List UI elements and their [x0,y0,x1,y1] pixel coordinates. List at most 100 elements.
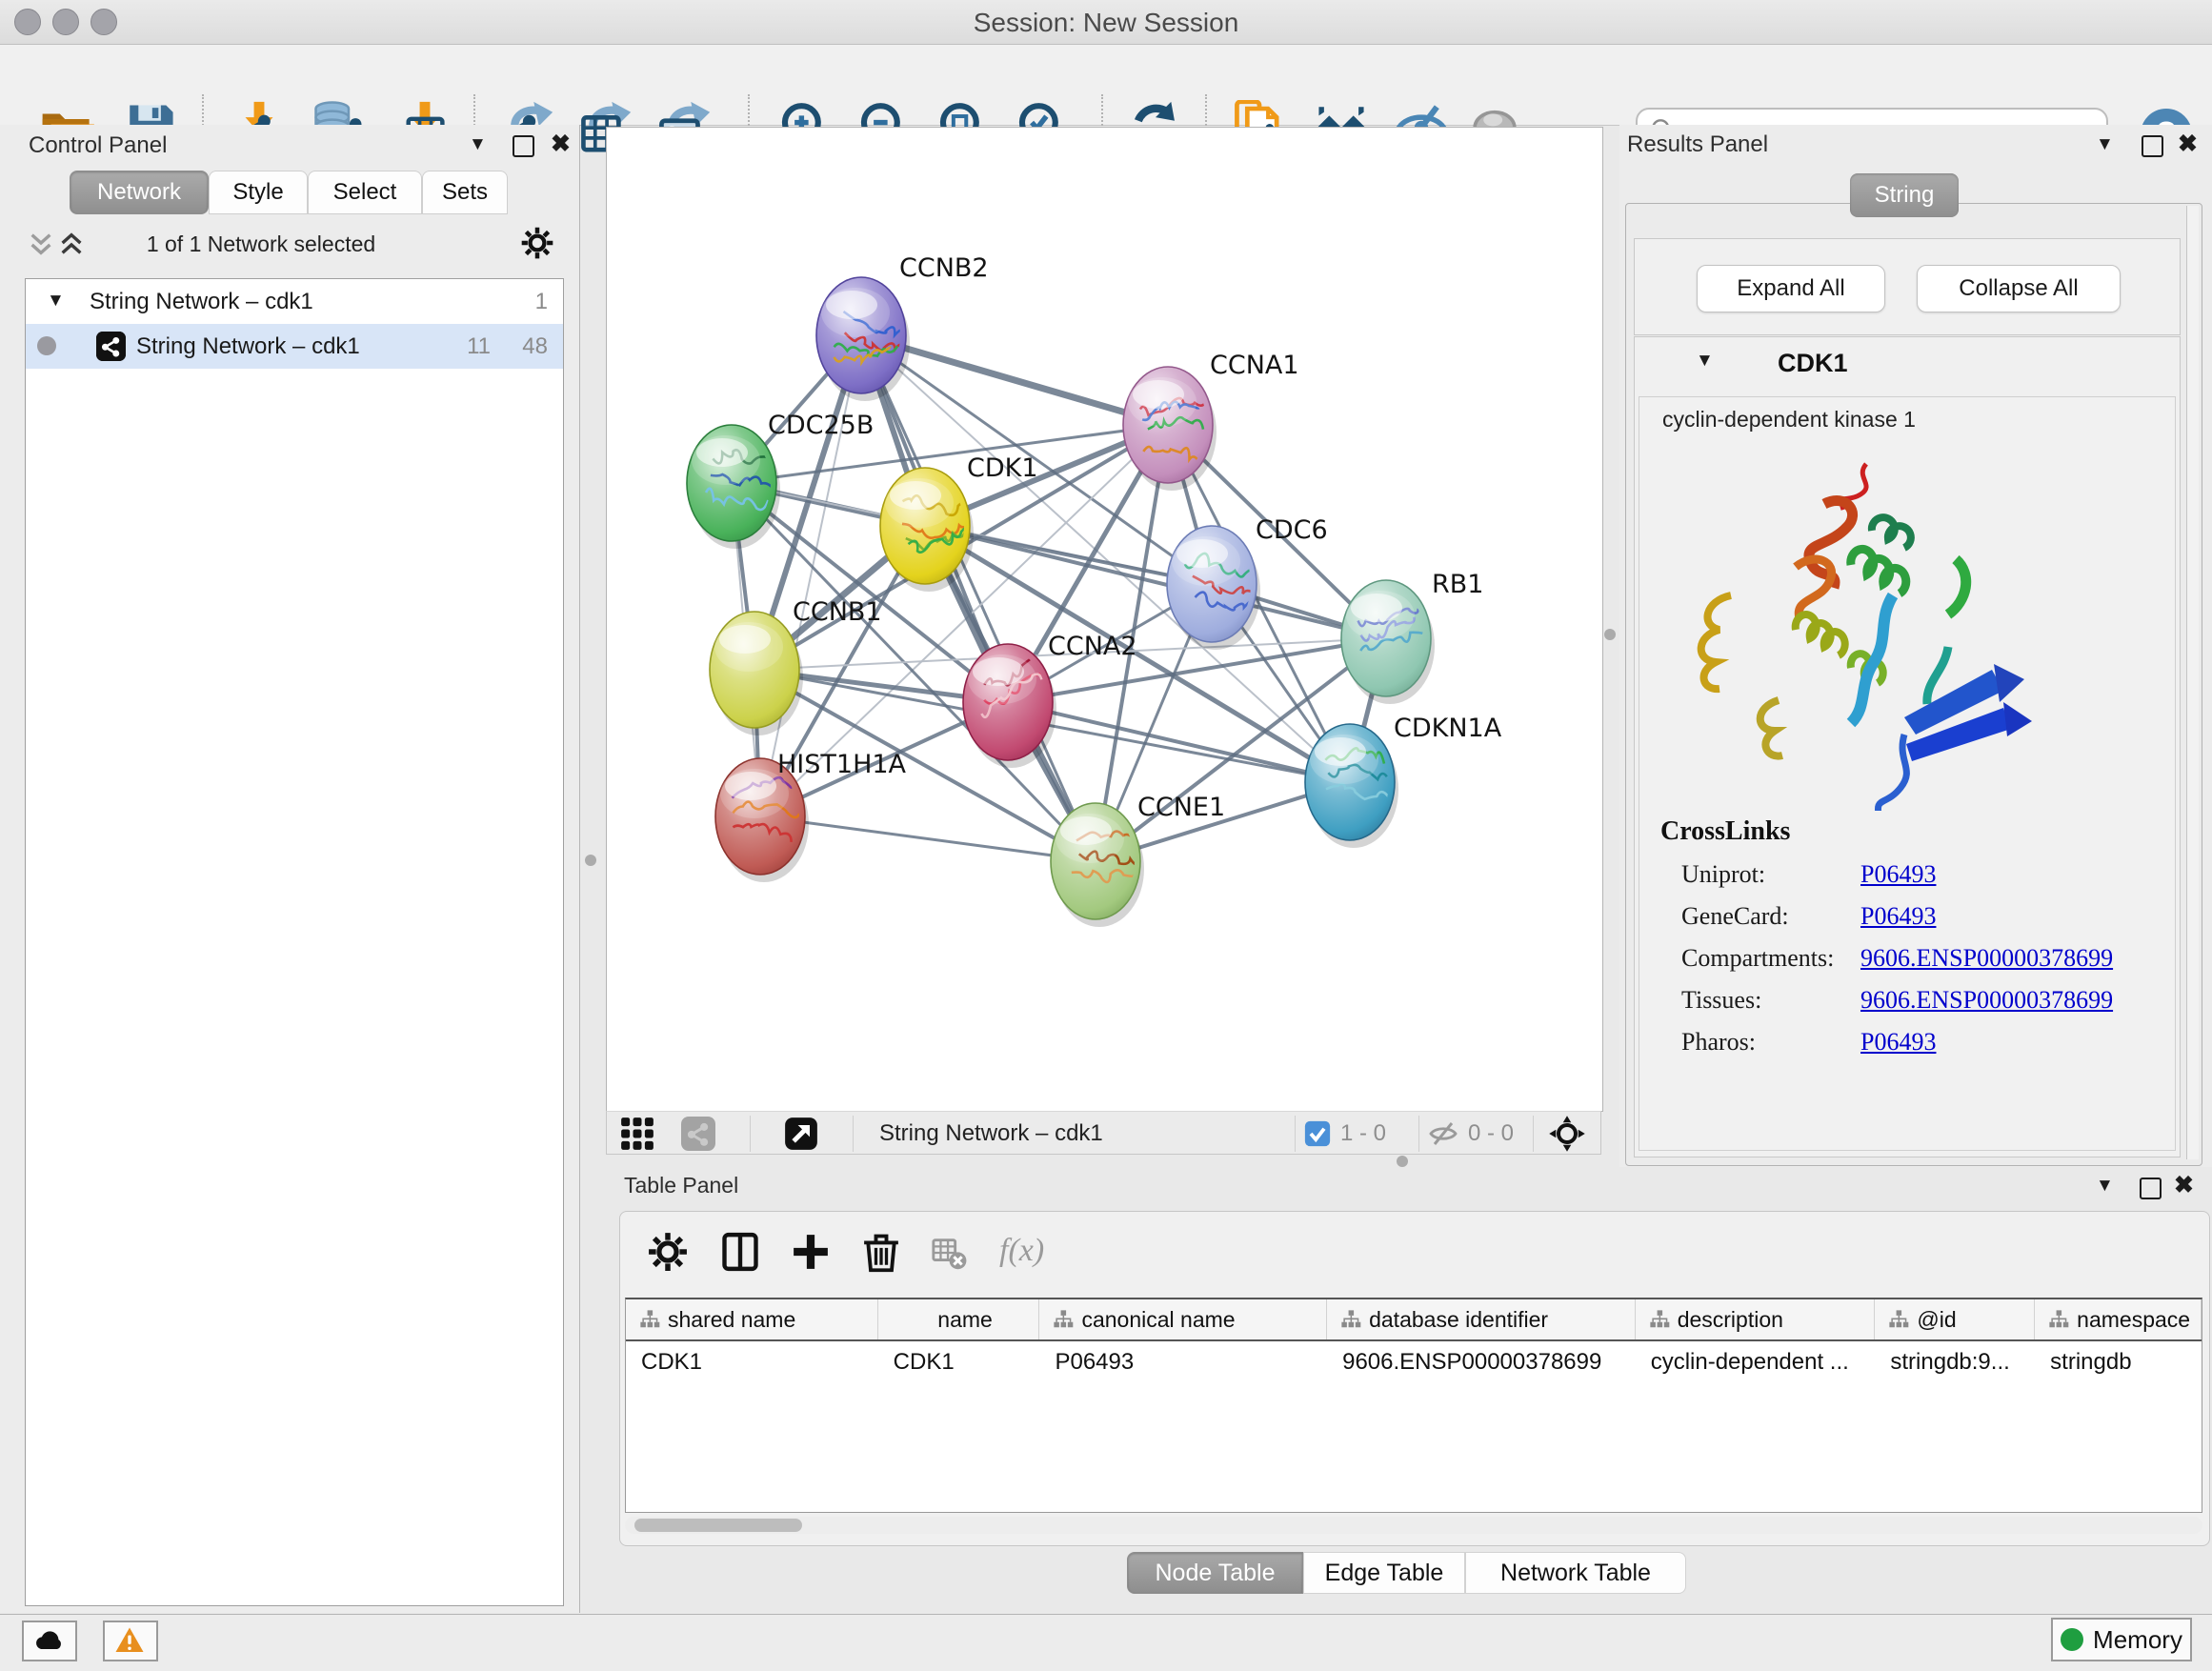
node-label-CCNE1: CCNE1 [1137,793,1225,822]
string-network-graph[interactable]: CCNB2CCNA1CDC25BCDK1CDC6RB1CCNB1CCNA2CDK… [607,128,1602,1111]
results-buttons-box: Expand All Collapse All [1634,238,2181,335]
control-panel-close-icon[interactable]: ✖ [551,130,571,158]
network-options-gear-icon[interactable] [520,226,554,260]
bottom-splitter-handle[interactable] [1397,1156,1408,1167]
selected-checkbox-icon[interactable] [1304,1120,1331,1147]
column-header-shared-name[interactable]: shared name [626,1299,878,1339]
crosshair-icon[interactable] [1548,1115,1586,1153]
network-node-CDK1[interactable] [880,468,974,592]
network-canvas[interactable]: CCNB2CCNA1CDC25BCDK1CDC6RB1CCNB1CCNA2CDK… [606,127,1603,1112]
left-splitter-handle[interactable] [585,855,596,866]
tab-style[interactable]: Style [209,171,308,214]
expand-all-button[interactable]: Expand All [1697,265,1885,312]
birds-eye-grid-icon[interactable] [620,1117,654,1151]
results-panel-collapse-icon[interactable]: ▼ [2096,134,2114,155]
table-settings-gear-icon[interactable] [647,1231,689,1273]
window-title: Session: New Session [0,8,2212,38]
network-node-CCNA2[interactable] [963,644,1056,768]
column-header-database-identifier[interactable]: database identifier [1327,1299,1636,1339]
collection-expand-icon[interactable]: ▼ [47,291,65,312]
right-splitter-handle[interactable] [1604,629,1616,640]
crosslink-link[interactable]: 9606.ENSP00000378699 [1860,986,2113,1015]
table-cell: P06493 [1039,1349,1327,1376]
network-edge-count: 48 [522,333,548,360]
network-node-CCNB2[interactable] [816,277,910,401]
table-panel-tabs: Node TableEdge TableNetwork Table [1127,1552,1686,1594]
table-cell: 9606.ENSP00000378699 [1327,1349,1636,1376]
main-toolbar: ? [0,45,2212,126]
network-node-CCNA1[interactable] [1123,367,1217,491]
crosslink-link[interactable]: 9606.ENSP00000378699 [1860,944,2113,973]
netbar-separator [1418,1116,1419,1152]
delete-table-icon [931,1235,967,1271]
cdk1-description: cyclin-dependent kinase 1 [1662,407,1916,433]
results-scrollbar[interactable] [2186,206,2199,1159]
tab-sets[interactable]: Sets [422,171,508,214]
crosslink-label: Pharos: [1681,1028,1860,1057]
cdk1-section: ▼ CDK1 cyclin-dependent kinase 1 [1634,336,2181,1158]
add-column-icon[interactable] [790,1231,832,1273]
tab-select[interactable]: Select [308,171,422,214]
column-header--id[interactable]: @id [1875,1299,2035,1339]
node-label-HIST1H1A: HIST1H1A [777,750,907,779]
network-overview-icon[interactable] [681,1117,715,1151]
network-node-CCNE1[interactable] [1051,803,1148,927]
control-panel-float-icon[interactable] [513,135,534,157]
table-panel-close-icon[interactable]: ✖ [2174,1171,2194,1199]
column-header-namespace[interactable]: namespace [2035,1299,2202,1339]
table-panel-float-icon[interactable] [2140,1178,2162,1199]
network-node-CDKN1A[interactable] [1305,724,1398,848]
network-node-CDC6[interactable] [1167,526,1260,650]
table-cell: CDK1 [878,1349,1040,1376]
table-horizontal-scrollbar[interactable] [625,1517,2202,1534]
memory-button[interactable]: Memory [2051,1618,2192,1661]
cdk1-collapse-icon[interactable]: ▼ [1696,351,1714,372]
tab-edge-table[interactable]: Edge Table [1303,1552,1465,1594]
hidden-counts: 0 - 0 [1468,1120,1514,1147]
column-header-description[interactable]: description [1636,1299,1876,1339]
string-network-icon [96,332,126,361]
detach-view-icon[interactable] [784,1117,818,1151]
memory-status-dot [2061,1628,2083,1651]
collapse-all-button[interactable]: Collapse All [1917,265,2121,312]
warnings-button[interactable] [103,1621,158,1661]
column-header-canonical-name[interactable]: canonical name [1039,1299,1327,1339]
selected-counts: 1 - 0 [1340,1120,1386,1147]
table-row[interactable]: CDK1CDK1P064939606.ENSP00000378699cyclin… [626,1341,2202,1383]
results-panel-float-icon[interactable] [2142,135,2163,157]
tab-string[interactable]: String [1850,173,1959,217]
crosslink-label: Compartments: [1681,944,1860,973]
tab-network-table[interactable]: Network Table [1465,1552,1686,1594]
delete-column-trash-icon[interactable] [860,1231,902,1273]
network-node-CCNB1[interactable] [710,612,803,735]
shared-column-icon [1053,1309,1074,1330]
tab-network[interactable]: Network [70,171,209,214]
warning-icon [114,1625,147,1658]
crosslink-link[interactable]: P06493 [1860,902,1936,931]
show-columns-icon[interactable] [719,1231,761,1273]
string-results-box: Expand All Collapse All ▼ CDK1 cyclin-de… [1625,203,2202,1166]
network-collection-row[interactable]: ▼ String Network – cdk1 1 [26,279,563,324]
automation-cloud-button[interactable] [22,1621,77,1661]
column-header-name[interactable]: name [878,1299,1040,1339]
network-node-RB1[interactable] [1341,580,1435,704]
crosslink-link[interactable]: P06493 [1860,860,1936,889]
hidden-eye-slash-icon[interactable] [1428,1118,1458,1149]
function-builder-icon: f(x) [999,1233,1044,1269]
network-label: String Network – cdk1 [136,333,360,360]
node-label-CCNB2: CCNB2 [899,253,989,283]
table-panel-title: Table Panel [624,1173,738,1198]
cdk1-details-box: cyclin-dependent kinase 1 [1639,396,2176,1151]
shared-column-icon [1340,1309,1361,1330]
node-label-CCNA1: CCNA1 [1210,351,1299,380]
crosslink-row: GeneCard:P06493 [1681,902,2175,931]
table-scrollbar-thumb[interactable] [634,1519,802,1532]
tab-node-table[interactable]: Node Table [1127,1552,1303,1594]
results-panel-close-icon[interactable]: ✖ [2178,130,2198,158]
table-panel-collapse-icon[interactable]: ▼ [2096,1176,2114,1197]
node-label-CDKN1A: CDKN1A [1394,714,1502,743]
network-row-selected[interactable]: String Network – cdk1 11 48 [26,324,563,369]
node-table: shared namenamecanonical namedatabase id… [625,1298,2202,1513]
control-panel-collapse-icon[interactable]: ▼ [469,134,487,155]
crosslink-link[interactable]: P06493 [1860,1028,1936,1057]
